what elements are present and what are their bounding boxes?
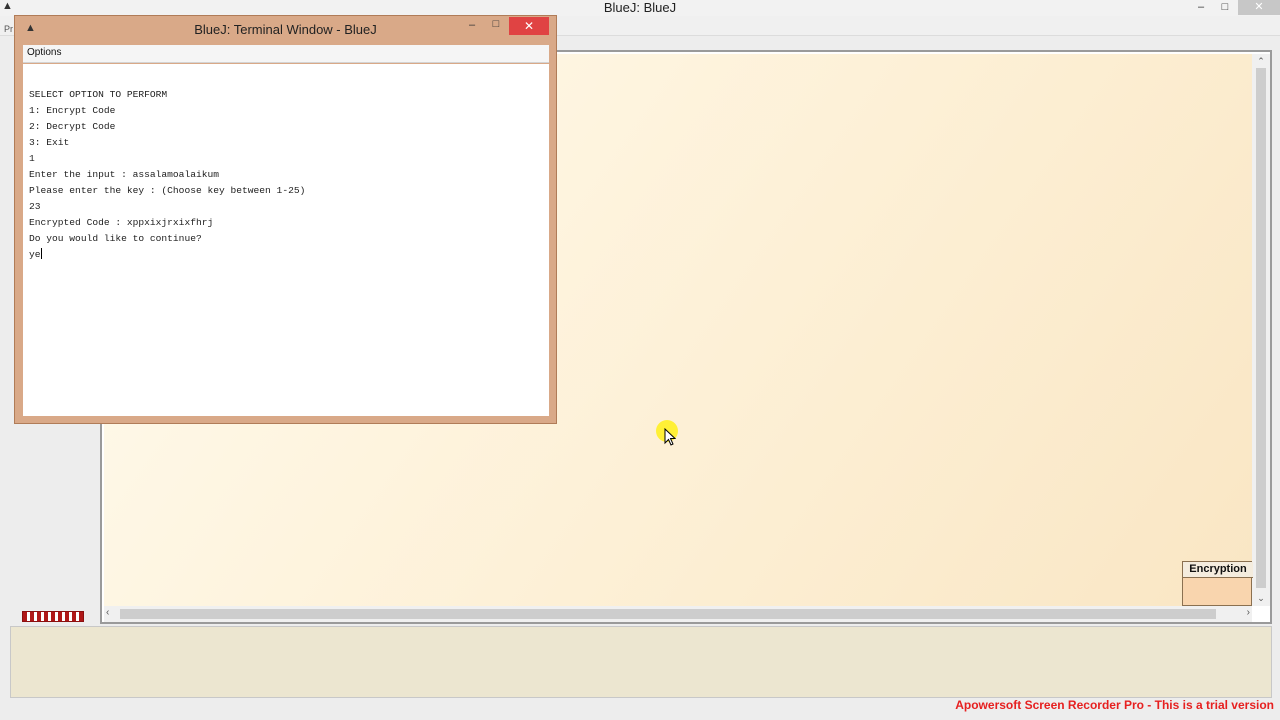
mouse-pointer-icon: [664, 428, 676, 446]
close-icon[interactable]: ✕: [509, 17, 549, 35]
vertical-scroll-thumb[interactable]: [1256, 68, 1266, 588]
recorder-watermark: Apowersoft Screen Recorder Pro - This is…: [955, 698, 1274, 712]
terminal-line: 2: Decrypt Code: [29, 121, 116, 132]
chevron-right-icon[interactable]: ›: [1247, 607, 1250, 618]
menu-item-project[interactable]: Pr: [4, 24, 13, 34]
close-icon[interactable]: ✕: [1238, 0, 1280, 15]
terminal-line: 1: Encrypt Code: [29, 105, 116, 116]
terminal-line: 1: [29, 153, 35, 164]
terminal-line: 23: [29, 201, 41, 212]
terminal-line: Do you would like to continue?: [29, 233, 202, 244]
main-window-title: BlueJ: BlueJ: [603, 0, 677, 15]
maximize-icon[interactable]: □: [485, 18, 507, 32]
terminal-input-line[interactable]: ye: [29, 247, 549, 263]
terminal-line: Enter the input : assalamoalaikum: [29, 169, 219, 180]
message-area: [10, 626, 1272, 698]
terminal-input[interactable]: ye: [29, 249, 41, 260]
terminal-window[interactable]: ▲ BlueJ: Terminal Window - BlueJ – □ ✕ O…: [14, 15, 557, 424]
class-box-encryption[interactable]: Encryption: [1182, 561, 1253, 606]
main-titlebar: ▲ BlueJ: BlueJ – □ ✕: [0, 0, 1280, 16]
terminal-line: Encrypted Code : xppxixjrxixfhrj: [29, 217, 214, 228]
menu-item-options[interactable]: Options: [27, 47, 61, 58]
terminal-line: Please enter the key : (Choose key betwe…: [29, 185, 306, 196]
chevron-left-icon[interactable]: ‹: [106, 607, 109, 618]
horizontal-scrollbar[interactable]: ‹ ›: [104, 606, 1252, 622]
terminal-output[interactable]: SELECT OPTION TO PERFORM 1: Encrypt Code…: [23, 64, 549, 416]
vertical-scrollbar[interactable]: ⌃ ⌄: [1252, 54, 1270, 606]
class-name: Encryption: [1183, 562, 1253, 578]
terminal-menubar: Options: [23, 45, 549, 63]
text-caret: [40, 248, 42, 259]
chevron-down-icon[interactable]: ⌄: [1252, 593, 1270, 604]
machine-activity-indicator: [22, 611, 84, 622]
chevron-up-icon[interactable]: ⌃: [1252, 56, 1270, 67]
maximize-icon[interactable]: □: [1214, 0, 1236, 15]
horizontal-scroll-thumb[interactable]: [120, 609, 1216, 619]
terminal-line: 3: Exit: [29, 137, 70, 148]
minimize-icon[interactable]: –: [461, 19, 483, 33]
minimize-icon[interactable]: –: [1190, 0, 1212, 15]
terminal-line: SELECT OPTION TO PERFORM: [29, 89, 168, 100]
